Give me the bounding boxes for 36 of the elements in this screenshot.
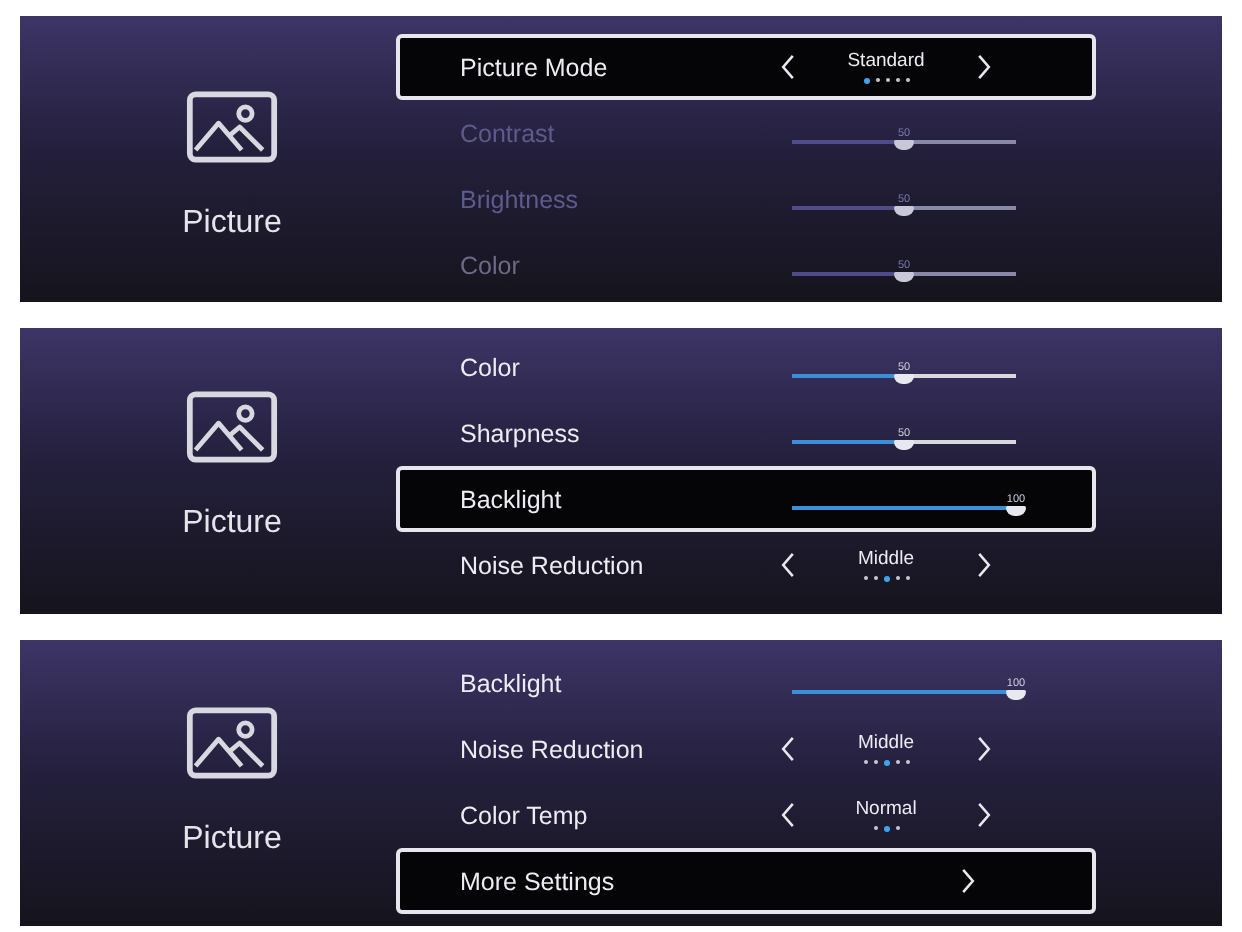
category-label: Picture <box>182 506 282 542</box>
setting-label: Sharpness <box>460 419 582 447</box>
option-value: Middle <box>858 732 914 754</box>
option-value: Normal <box>855 798 917 820</box>
chevron-left-icon[interactable] <box>780 54 796 80</box>
setting-label: More Settings <box>460 867 617 895</box>
picture-icon <box>186 706 278 780</box>
category-label: Picture <box>182 206 282 242</box>
setting-label: Color Temp <box>460 801 590 829</box>
menu-row[interactable]: Picture Mode Standard <box>396 34 1096 100</box>
setting-label: Backlight <box>460 669 564 697</box>
picture-icon <box>186 390 278 464</box>
setting-label: Noise Reduction <box>460 735 646 763</box>
chevron-left-icon[interactable] <box>780 552 796 578</box>
option-value: Standard <box>847 50 925 72</box>
setting-label: Contrast <box>460 119 557 147</box>
chevron-right-icon[interactable] <box>976 736 992 762</box>
chevron-left-icon[interactable] <box>780 802 796 828</box>
setting-label: Color <box>460 353 522 381</box>
chevron-right-icon[interactable] <box>960 868 976 894</box>
menu-row[interactable]: Color Temp Normal <box>396 782 1096 848</box>
menu-row[interactable]: More Settings <box>396 848 1096 914</box>
menu-row[interactable]: Noise Reduction Middle <box>396 716 1096 782</box>
category-label: Picture <box>182 822 282 858</box>
setting-label: Backlight <box>460 485 564 513</box>
chevron-right-icon[interactable] <box>976 552 992 578</box>
picture-icon <box>186 90 278 164</box>
setting-label: Brightness <box>460 185 581 213</box>
chevron-left-icon[interactable] <box>780 736 796 762</box>
setting-label: Noise Reduction <box>460 551 646 579</box>
setting-label: Color <box>460 251 522 279</box>
option-value: Middle <box>858 548 914 570</box>
menu-row[interactable]: Noise Reduction Middle <box>396 532 1096 598</box>
chevron-right-icon[interactable] <box>976 54 992 80</box>
chevron-right-icon[interactable] <box>976 802 992 828</box>
setting-label: Picture Mode <box>460 53 610 81</box>
